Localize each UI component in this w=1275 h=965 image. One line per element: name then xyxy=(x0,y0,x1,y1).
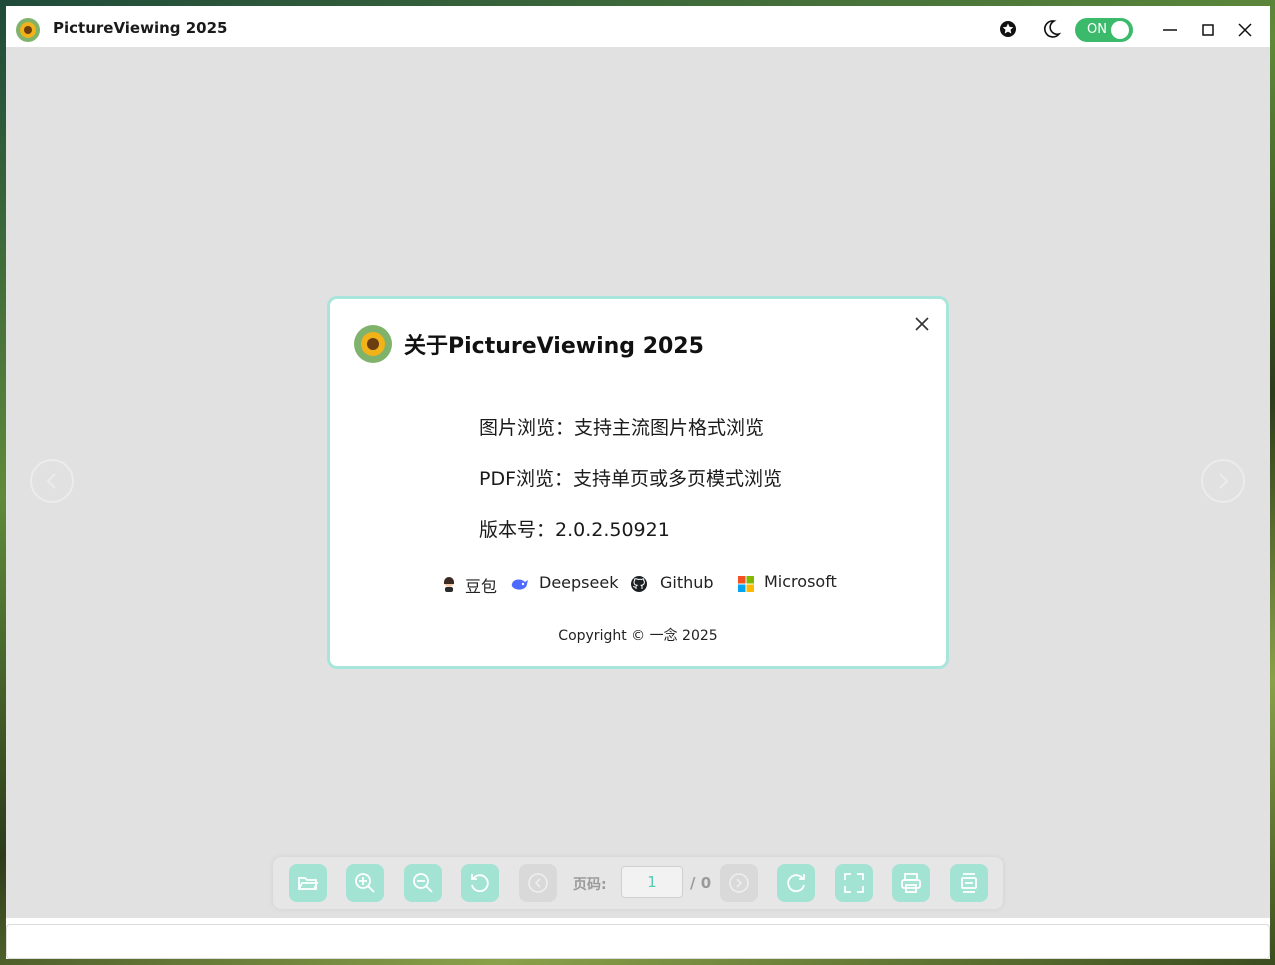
minimize-button[interactable] xyxy=(1158,18,1182,42)
zoom-out-icon xyxy=(413,873,433,893)
version-line: 版本号：2.0.2.50921 xyxy=(479,519,670,541)
toggle-label: ON xyxy=(1087,22,1107,37)
chevron-left-icon xyxy=(528,873,548,893)
close-window-button[interactable] xyxy=(1233,18,1257,42)
app-window: PictureViewing 2025 ON 关于PictureViewing … xyxy=(6,6,1270,959)
sunflower-logo-icon xyxy=(354,325,392,363)
zoom-out-button[interactable] xyxy=(404,864,442,902)
page-total: / 0 xyxy=(690,874,712,892)
next-image-button[interactable] xyxy=(1201,459,1245,503)
doubao-link[interactable]: 豆包 xyxy=(465,573,497,597)
toggle-knob xyxy=(1111,21,1129,39)
moon-icon[interactable] xyxy=(1041,19,1062,39)
zoom-in-button[interactable] xyxy=(346,864,384,902)
folder-open-icon xyxy=(298,877,319,890)
github-icon xyxy=(630,575,648,593)
image-canvas: 关于PictureViewing 2025 图片浏览：支持主流图片格式浏览 PD… xyxy=(6,47,1270,918)
minimize-icon xyxy=(1163,29,1177,31)
microsoft-link[interactable]: Microsoft xyxy=(764,572,837,591)
sunflower-logo-icon xyxy=(16,18,40,42)
close-icon xyxy=(1238,23,1252,37)
page-mode-button[interactable] xyxy=(950,864,988,902)
previous-page-button[interactable] xyxy=(519,864,557,902)
star-badge-icon[interactable] xyxy=(998,19,1018,39)
rotate-right-icon xyxy=(787,874,805,893)
dialog-close-button[interactable] xyxy=(913,315,931,333)
chevron-left-icon xyxy=(46,473,56,489)
about-title: 关于PictureViewing 2025 xyxy=(404,334,704,359)
multi-page-icon xyxy=(961,873,977,893)
deepseek-link[interactable]: Deepseek xyxy=(539,573,618,592)
doubao-avatar-icon xyxy=(440,575,458,593)
print-button[interactable] xyxy=(892,864,930,902)
feature-image-line: 图片浏览：支持主流图片格式浏览 xyxy=(479,417,765,439)
title-bar: PictureViewing 2025 ON xyxy=(6,6,1270,48)
maximize-button[interactable] xyxy=(1196,18,1220,42)
status-bar xyxy=(6,924,1270,959)
github-link[interactable]: Github xyxy=(660,573,714,592)
deepseek-whale-icon xyxy=(510,575,528,593)
chevron-right-icon xyxy=(1219,473,1229,489)
rotate-right-button[interactable] xyxy=(777,864,815,902)
microsoft-logo-icon xyxy=(737,575,755,593)
previous-image-button[interactable] xyxy=(30,459,74,503)
about-dialog: 关于PictureViewing 2025 图片浏览：支持主流图片格式浏览 PD… xyxy=(327,296,949,669)
page-number-input[interactable] xyxy=(621,866,683,898)
bottom-toolbar: 页码: / 0 xyxy=(273,857,1003,909)
printer-icon xyxy=(901,873,921,893)
page-label: 页码: xyxy=(573,877,607,893)
feature-pdf-line: PDF浏览：支持单页或多页模式浏览 xyxy=(479,468,783,490)
app-title: PictureViewing 2025 xyxy=(53,19,228,37)
fullscreen-button[interactable] xyxy=(835,864,873,902)
links-row: 豆包 Deepseek Github Microsoft xyxy=(440,572,860,597)
rotate-left-button[interactable] xyxy=(461,864,499,902)
rotate-left-icon xyxy=(471,874,489,893)
copyright-text: Copyright © 一念 2025 xyxy=(558,628,718,644)
maximize-icon xyxy=(1202,24,1214,36)
next-page-button[interactable] xyxy=(720,864,758,902)
close-icon xyxy=(915,317,929,331)
open-file-button[interactable] xyxy=(289,864,327,902)
chevron-right-icon xyxy=(729,873,749,893)
fullscreen-icon xyxy=(844,873,864,893)
theme-toggle[interactable]: ON xyxy=(1075,18,1133,42)
zoom-in-icon xyxy=(355,873,375,893)
